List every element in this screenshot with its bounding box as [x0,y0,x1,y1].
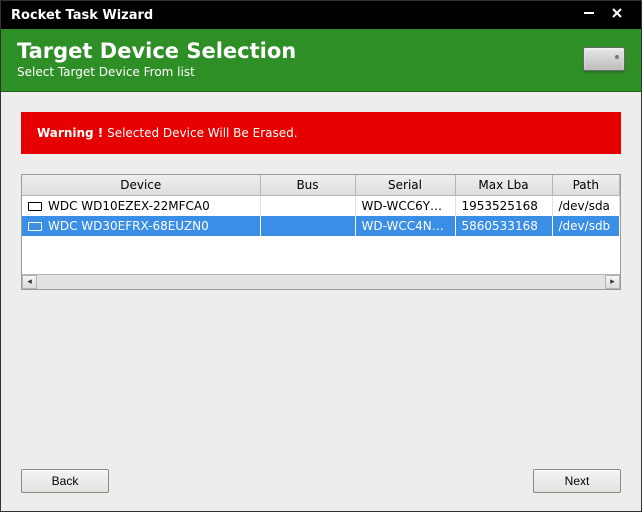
cell-maxlba: 5860533168 [455,216,552,236]
wizard-header: Target Device Selection Select Target De… [1,29,641,92]
next-button[interactable]: Next [533,469,621,493]
cell-device: WDC WD30EFRX-68EUZN0 [48,219,209,233]
cell-maxlba: 1953525168 [455,196,552,217]
col-bus[interactable]: Bus [260,175,355,196]
window-title: Rocket Task Wizard [11,8,153,23]
scroll-right-button[interactable]: ▸ [605,275,620,289]
window: Rocket Task Wizard Target Device Selecti… [0,0,642,512]
drive-icon [583,47,625,71]
page-subtitle: Select Target Device From list [17,65,583,79]
titlebar: Rocket Task Wizard [1,1,641,29]
hdd-icon [28,222,42,231]
back-button[interactable]: Back [21,469,109,493]
page-title: Target Device Selection [17,39,583,63]
device-table: Device Bus Serial Max Lba Path WDC WD10E… [22,175,620,236]
cell-bus [260,216,355,236]
table-header-row: Device Bus Serial Max Lba Path [22,175,620,196]
scroll-left-button[interactable]: ◂ [22,275,37,289]
warning-text: Selected Device Will Be Erased. [103,126,297,140]
cell-path: /dev/sda [552,196,620,217]
minimize-button[interactable] [575,7,603,23]
warning-banner: Warning ! Selected Device Will Be Erased… [21,112,621,154]
col-device[interactable]: Device [22,175,260,196]
close-button[interactable] [603,7,631,23]
cell-serial: WD-WCC6Y3… [355,196,455,217]
table-row[interactable]: WDC WD30EFRX-68EUZN0 WD-WCC4N3… 58605331… [22,216,620,236]
warning-label: Warning ! [37,126,103,140]
table-row[interactable]: WDC WD10EZEX-22MFCA0 WD-WCC6Y3… 19535251… [22,196,620,217]
cell-device: WDC WD10EZEX-22MFCA0 [48,199,210,213]
cell-bus [260,196,355,217]
wizard-footer: Back Next [1,455,641,511]
cell-serial: WD-WCC4N3… [355,216,455,236]
content-area: Warning ! Selected Device Will Be Erased… [1,92,641,455]
cell-path: /dev/sdb [552,216,620,236]
horizontal-scrollbar[interactable]: ◂ ▸ [22,274,620,289]
hdd-icon [28,202,42,211]
col-maxlba[interactable]: Max Lba [455,175,552,196]
col-path[interactable]: Path [552,175,620,196]
device-table-container: Device Bus Serial Max Lba Path WDC WD10E… [21,174,621,290]
device-table-body: WDC WD10EZEX-22MFCA0 WD-WCC6Y3… 19535251… [22,196,620,237]
col-serial[interactable]: Serial [355,175,455,196]
